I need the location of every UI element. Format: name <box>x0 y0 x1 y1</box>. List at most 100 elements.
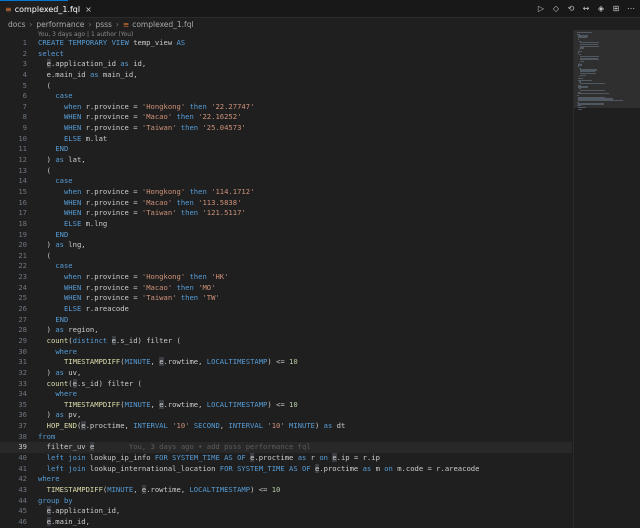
code-line[interactable]: 4 e.main_id as main_id, <box>0 70 572 81</box>
code-line[interactable]: 39 filter_uv e You, 3 days ago • add pss… <box>0 442 572 453</box>
breadcrumb-item[interactable]: psss <box>95 20 111 29</box>
code-line[interactable]: 45 e.application_id, <box>0 506 572 517</box>
line-number: 25 <box>18 293 27 303</box>
minimap[interactable] <box>573 30 640 528</box>
code-line[interactable]: 20 ) as lng, <box>0 240 572 251</box>
code-line[interactable]: 38 from <box>0 432 572 443</box>
line-number: 16 <box>18 197 27 207</box>
line-number: 40 <box>18 452 27 462</box>
code-line[interactable]: 16 WHEN r.province = 'Macao' then '113.5… <box>0 198 572 209</box>
code-line[interactable]: 26 ELSE r.areacode <box>0 304 572 315</box>
code-line[interactable]: 33 count(e.s_id) filter ( <box>0 378 572 390</box>
line-number: 10 <box>18 133 27 143</box>
run-icon[interactable]: ▷ <box>536 3 546 14</box>
line-number: 5 <box>22 80 27 90</box>
code-text: count(distinct e.s_id) filter ( <box>46 335 181 345</box>
code-text: TIMESTAMPDIFF(MINUTE, e.rowtime, LOCALTI… <box>63 357 298 367</box>
breadcrumb-item[interactable]: performance <box>36 20 84 29</box>
code-text: e.application_id as id, <box>46 59 147 69</box>
code-line[interactable]: 42 where <box>0 474 572 485</box>
code-line[interactable]: 2 select <box>0 49 572 60</box>
code-line[interactable]: 19 END <box>0 230 572 241</box>
code-line[interactable]: 28 ) as region, <box>0 325 572 336</box>
code-line[interactable]: 32 ) as uv, <box>0 368 572 379</box>
gitlens-icon[interactable]: ◈ <box>596 3 606 14</box>
code-line[interactable]: 43 TIMESTAMPDIFF(MINUTE, e.rowtime, LOCA… <box>0 484 572 496</box>
compare-icon[interactable]: ↔ <box>581 3 591 14</box>
file-icon: ≡ <box>5 5 12 14</box>
code-line[interactable]: 25 WHEN r.province = 'Taiwan' then 'TW' <box>0 293 572 304</box>
line-number: 36 <box>18 410 27 420</box>
line-number: 1 <box>22 38 27 47</box>
code-line[interactable]: 5 ( <box>0 81 572 92</box>
code-line[interactable]: 3 e.application_id as id, <box>0 59 572 70</box>
code-text: case <box>55 176 73 186</box>
code-line[interactable]: 34 where <box>0 389 572 400</box>
code-line[interactable]: 6 case <box>0 91 572 102</box>
minimap-line <box>577 37 588 39</box>
code-line[interactable]: 15 when r.province = 'Hongkong' then '11… <box>0 187 572 198</box>
code-line[interactable]: 23 when r.province = 'Hongkong' then 'HK… <box>0 272 572 283</box>
code-text: e.application_id, <box>46 506 121 516</box>
tab-title: complexed_1.fql <box>14 5 81 14</box>
code-line[interactable]: 22 case <box>0 261 572 272</box>
code-line[interactable]: 40 left join lookup_ip_info FOR SYSTEM_T… <box>0 452 572 464</box>
line-number: 19 <box>18 229 27 239</box>
line-number: 26 <box>18 304 27 314</box>
line-number: 38 <box>18 431 27 441</box>
line-number: 33 <box>18 378 27 388</box>
code-line[interactable]: 29 count(distinct e.s_id) filter ( <box>0 335 572 347</box>
code-text: where <box>38 474 60 484</box>
code-line[interactable]: 24 WHEN r.province = 'Macao' then 'MO' <box>0 283 572 294</box>
breadcrumb-file[interactable]: complexed_1.fql <box>132 20 193 29</box>
line-number: 20 <box>18 240 27 250</box>
code-line[interactable]: 36 ) as pv, <box>0 410 572 421</box>
code-line[interactable]: 11 END <box>0 144 572 155</box>
code-line[interactable]: 14 case <box>0 176 572 187</box>
code-line[interactable]: 41 left join lookup_international_locati… <box>0 463 572 475</box>
code-line[interactable]: 9 WHEN r.province = 'Taiwan' then '25.04… <box>0 123 572 134</box>
code-line[interactable]: 44 group by <box>0 496 572 507</box>
line-number: 29 <box>18 335 27 345</box>
code-line[interactable]: 7 when r.province = 'Hongkong' then '22.… <box>0 102 572 113</box>
code-line[interactable]: 31 TIMESTAMPDIFF(MINUTE, e.rowtime, LOCA… <box>0 357 572 368</box>
close-icon[interactable]: × <box>85 5 92 14</box>
code-text: where <box>55 346 77 356</box>
code-line[interactable]: 18 ELSE m.lng <box>0 219 572 230</box>
code-line[interactable]: 13 ( <box>0 166 572 177</box>
blame-codelens[interactable]: You, 3 days ago | 1 author (You) <box>38 31 133 38</box>
code-line[interactable]: 8 WHEN r.province = 'Macao' then '22.162… <box>0 112 572 123</box>
source-control-icon[interactable]: ◇ <box>551 3 561 14</box>
editor-tab[interactable]: ≡ complexed_1.fql × <box>0 0 92 18</box>
line-number: 27 <box>18 314 27 324</box>
code-line[interactable]: 46 e.main_id, <box>0 516 572 528</box>
code-line[interactable]: 17 WHEN r.province = 'Taiwan' then '121.… <box>0 208 572 219</box>
line-number: 21 <box>18 250 27 260</box>
code-text: HOP_END(e.proctime, INTERVAL '10' SECOND… <box>46 421 346 431</box>
code-line[interactable]: 35 TIMESTAMPDIFF(MINUTE, e.rowtime, LOCA… <box>0 399 572 411</box>
history-icon[interactable]: ⟲ <box>566 3 576 14</box>
code-text: ) as lng, <box>38 240 86 250</box>
code-editor[interactable]: 1 CREATE TEMPORARY VIEW temp_view AS 2 sele… <box>0 38 572 528</box>
code-text: ) as region, <box>38 325 99 335</box>
breadcrumb-item[interactable]: docs <box>8 20 25 29</box>
code-line[interactable]: 10 ELSE m.lat <box>0 134 572 145</box>
line-number: 8 <box>22 112 27 122</box>
code-line[interactable]: 30 where <box>0 347 572 358</box>
line-number: 28 <box>18 325 27 335</box>
code-line[interactable]: 12 ) as lat, <box>0 155 572 166</box>
line-number: 39 <box>18 442 27 452</box>
code-line[interactable]: 1 CREATE TEMPORARY VIEW temp_view AS <box>0 38 572 49</box>
line-number: 23 <box>18 272 27 282</box>
code-line[interactable]: 21 ( <box>0 251 572 262</box>
line-number: 44 <box>18 495 27 505</box>
code-line[interactable]: 27 END <box>0 315 572 326</box>
line-number: 11 <box>18 144 27 154</box>
code-text: TIMESTAMPDIFF(MINUTE, e.rowtime, LOCALTI… <box>63 399 298 409</box>
split-editor-icon[interactable]: ⊞ <box>611 3 621 14</box>
minimap-line <box>577 103 604 105</box>
more-actions-icon[interactable]: ⋯ <box>626 3 636 14</box>
breadcrumb-separator: › <box>88 19 92 29</box>
code-line[interactable]: 37 HOP_END(e.proctime, INTERVAL '10' SEC… <box>0 421 572 432</box>
code-text: ) as lat, <box>38 155 86 165</box>
